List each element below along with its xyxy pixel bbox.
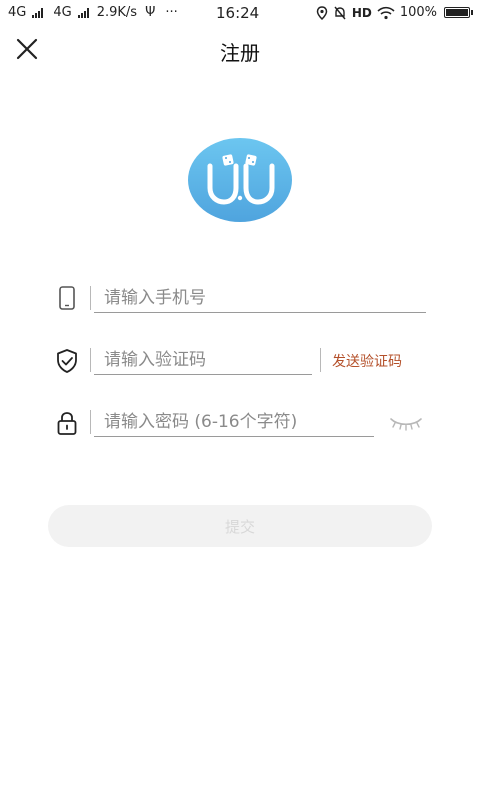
shield-icon: [57, 349, 77, 373]
phone-icon: [59, 286, 75, 310]
network-label-1: 4G: [8, 5, 27, 20]
status-right: HD 100%: [316, 5, 473, 20]
send-code-button[interactable]: 发送验证码: [332, 351, 402, 371]
wifi-icon: [377, 6, 395, 19]
location-icon: [316, 5, 328, 20]
status-bar: 4G 4G 2.9K/s Ψ ··· 16:24 HD 100%: [0, 0, 480, 28]
lock-icon: [57, 412, 77, 435]
password-underline: [94, 436, 374, 437]
usb-icon: Ψ: [145, 5, 156, 20]
hd-icon: HD: [351, 5, 372, 20]
phone-underline: [94, 312, 426, 313]
phone-divider: [90, 286, 91, 310]
code-underline: [94, 374, 312, 375]
app-logo: [188, 138, 292, 222]
code-divider: [90, 348, 91, 372]
send-code-divider: [320, 348, 321, 372]
phone-input[interactable]: [94, 284, 424, 312]
password-divider: [90, 410, 91, 434]
status-time: 16:24: [216, 4, 260, 22]
password-input[interactable]: [94, 408, 374, 436]
network-label-2: 4G: [53, 5, 72, 20]
signal-icon: [77, 7, 89, 18]
submit-button[interactable]: 提交: [48, 505, 432, 547]
submit-label: 提交: [224, 517, 255, 536]
signal-icon: [32, 7, 44, 18]
status-left: 4G 4G 2.9K/s Ψ ···: [8, 5, 178, 20]
mute-bell-icon: [334, 6, 346, 19]
battery-percent: 100%: [399, 5, 437, 20]
battery-icon: [444, 7, 473, 18]
page-title: 注册: [220, 41, 260, 65]
network-speed: 2.9K/s: [96, 5, 138, 20]
more-icon: ···: [165, 5, 178, 20]
verification-code-input[interactable]: [94, 346, 310, 374]
eye-closed-icon[interactable]: [388, 413, 424, 433]
